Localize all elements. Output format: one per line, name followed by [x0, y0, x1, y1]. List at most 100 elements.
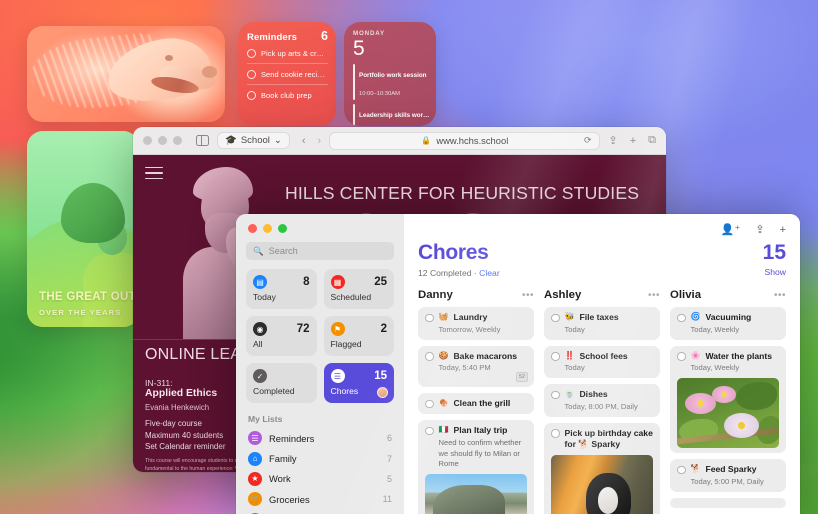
task-title: Pick up birthday cake for 🐕 Sparky [564, 427, 653, 449]
outdoors-caption-secondary: OVER THE YEARS [39, 308, 122, 317]
close-button[interactable] [248, 224, 257, 233]
column-more-icon[interactable]: ••• [522, 290, 534, 301]
sidebar-toggle-icon[interactable] [196, 135, 209, 146]
task-checkbox[interactable] [425, 352, 434, 361]
circle-icon[interactable] [247, 91, 256, 100]
smart-list-flagged[interactable]: ⚑ 2 Flagged [323, 316, 394, 356]
task-item-partial[interactable] [670, 497, 786, 508]
clear-completed-link[interactable]: Clear [479, 268, 500, 278]
check-circle-icon: ✓ [253, 369, 267, 383]
inbox-all-icon: ◉ [253, 322, 267, 336]
task-photo-dog[interactable] [551, 454, 653, 514]
show-completed-button[interactable]: Show [765, 267, 787, 277]
task-item[interactable]: 🧺 Laundry Tomorrow, Weekly [418, 307, 534, 340]
task-checkbox[interactable] [677, 313, 686, 322]
task-item[interactable]: 🍪 Bake macarons Today, 5:40 PM 52 [418, 345, 534, 388]
calendar-scheduled-icon: ▦ [330, 275, 345, 289]
list-bullet-icon: ☰ [330, 369, 345, 383]
share-icon[interactable]: ⇪ [755, 223, 764, 236]
reload-icon[interactable]: ⟳ [584, 135, 592, 146]
list-count: 5 [386, 473, 392, 484]
task-item[interactable]: 🇮🇹 Plan Italy trip Need to confirm wheth… [418, 420, 534, 514]
task-checkbox[interactable] [425, 426, 434, 436]
window-traffic-lights[interactable] [143, 136, 182, 145]
task-checkbox[interactable] [551, 313, 560, 322]
zoom-button[interactable] [173, 136, 182, 145]
forward-button[interactable]: › [318, 135, 322, 147]
task-item[interactable]: Pick up birthday cake for 🐕 Sparky [544, 422, 660, 514]
task-item[interactable]: 🌸 Water the plants Today, Weekly [670, 345, 786, 454]
sidebar-item-reminders[interactable]: ☰ Reminders 6 [246, 428, 394, 448]
smart-list-all[interactable]: ◉ 72 All [246, 316, 317, 356]
outdoors-photo-widget[interactable]: THE GREAT OUTDOORS OVER THE YEARS [27, 131, 139, 327]
task-photo-italy[interactable] [425, 474, 527, 514]
task-attachment-badge[interactable]: 52 [516, 372, 528, 383]
safari-toolbar-right[interactable]: ⇪ + ⧉ [608, 134, 656, 147]
column-header: Danny ••• [418, 289, 534, 301]
reminders-window[interactable]: 🔍 Search ▤ 8 Today ▦ 25 Scheduled ◉ 72 A… [236, 214, 800, 514]
task-checkbox[interactable] [551, 352, 560, 361]
sidebar-item-groceries[interactable]: 🛒 Groceries 11 [246, 489, 394, 509]
tab-overview-icon[interactable]: ⧉ [648, 134, 656, 147]
add-person-icon[interactable]: 👤⁺ [721, 223, 741, 236]
reminders-widget-item[interactable]: Send cookie reci… [247, 64, 328, 85]
task-item[interactable]: ‼️ School fees Today [544, 345, 660, 379]
task-checkbox[interactable] [677, 352, 686, 361]
reminders-widget[interactable]: Reminders 6 Pick up arts & cr… Send cook… [238, 22, 336, 126]
window-traffic-lights[interactable] [248, 224, 394, 233]
zoom-button[interactable] [278, 224, 287, 233]
task-checkbox[interactable] [677, 465, 686, 475]
task-checkbox[interactable] [425, 313, 434, 322]
task-emoji: 🌀 [690, 312, 701, 321]
minimize-button[interactable] [263, 224, 272, 233]
calendar-event[interactable]: Portfolio work session 10:00–10:30AM [353, 64, 428, 100]
task-title: Bake macarons [453, 350, 518, 361]
reminders-toolbar[interactable]: 👤⁺ ⇪ + [721, 223, 786, 237]
photos-widget[interactable] [27, 26, 225, 122]
calendar-widget[interactable]: MONDAY 5 Portfolio work session 10:00–10… [344, 22, 436, 126]
safari-navigation[interactable]: ‹ › [302, 135, 321, 147]
smart-list-scheduled[interactable]: ▦ 25 Scheduled [323, 269, 394, 309]
address-bar[interactable]: 🔒 www.hchs.school ⟳ [329, 131, 601, 150]
task-item[interactable]: 🐕 Feed Sparky Today, 5:00 PM, Daily [670, 459, 786, 492]
task-item[interactable]: 🍖 Clean the grill [418, 393, 534, 415]
task-item[interactable]: 🌀 Vacuuming Today, Weekly [670, 307, 786, 340]
course-meta-line3[interactable]: Set Calendar reminder [145, 442, 225, 451]
search-input[interactable]: 🔍 Search [246, 242, 394, 260]
column-header: Olivia ••• [670, 289, 786, 301]
reminders-widget-count: 6 [321, 29, 328, 43]
task-emoji: 🍖 [438, 398, 449, 408]
reminders-sidebar: 🔍 Search ▤ 8 Today ▦ 25 Scheduled ◉ 72 A… [236, 214, 404, 514]
calendar-event[interactable]: Leadership skills wor… 11AM–12PM [353, 104, 429, 126]
task-item[interactable]: 🐝 File taxes Today [544, 307, 660, 340]
smart-list-chores[interactable]: ☰ 15 Chores [323, 363, 394, 403]
shared-list-avatar [377, 387, 388, 398]
back-button[interactable]: ‹ [302, 135, 306, 147]
tab-group-selector[interactable]: 🎓 School ⌄ [217, 132, 290, 149]
minimize-button[interactable] [158, 136, 167, 145]
circle-icon[interactable] [247, 70, 256, 79]
smart-list-today[interactable]: ▤ 8 Today [246, 269, 317, 309]
new-tab-icon[interactable]: + [630, 135, 636, 147]
task-photo-flowers[interactable] [677, 378, 779, 449]
task-checkbox[interactable] [551, 390, 560, 400]
task-checkbox[interactable] [425, 399, 434, 409]
reminders-widget-item[interactable]: Pick up arts & cr… [247, 43, 328, 64]
close-button[interactable] [143, 136, 152, 145]
column-more-icon[interactable]: ••• [774, 290, 786, 301]
sidebar-item-work[interactable]: ★ Work 5 [246, 469, 394, 489]
column-danny: Danny ••• 🧺 Laundry Tomorrow, Weekly 🍪 B… [418, 289, 534, 514]
sidebar-item-camping-trip[interactable]: ⛺ Camping Trip 4 [246, 510, 394, 514]
reminders-widget-item[interactable]: Book club prep [247, 85, 328, 105]
circle-icon[interactable] [247, 49, 256, 58]
sidebar-item-family[interactable]: ⌂ Family 7 [246, 448, 394, 468]
column-more-icon[interactable]: ••• [648, 290, 660, 301]
menu-icon[interactable] [145, 167, 163, 179]
task-checkbox[interactable] [551, 429, 560, 438]
smart-list-count: 25 [374, 276, 387, 288]
task-item[interactable]: 🍵 Dishes Today, 8:00 PM, Daily [544, 384, 660, 417]
add-reminder-icon[interactable]: + [780, 224, 786, 236]
smart-list-completed[interactable]: ✓ Completed [246, 363, 317, 403]
search-icon: 🔍 [253, 245, 264, 256]
share-icon[interactable]: ⇪ [608, 134, 617, 147]
